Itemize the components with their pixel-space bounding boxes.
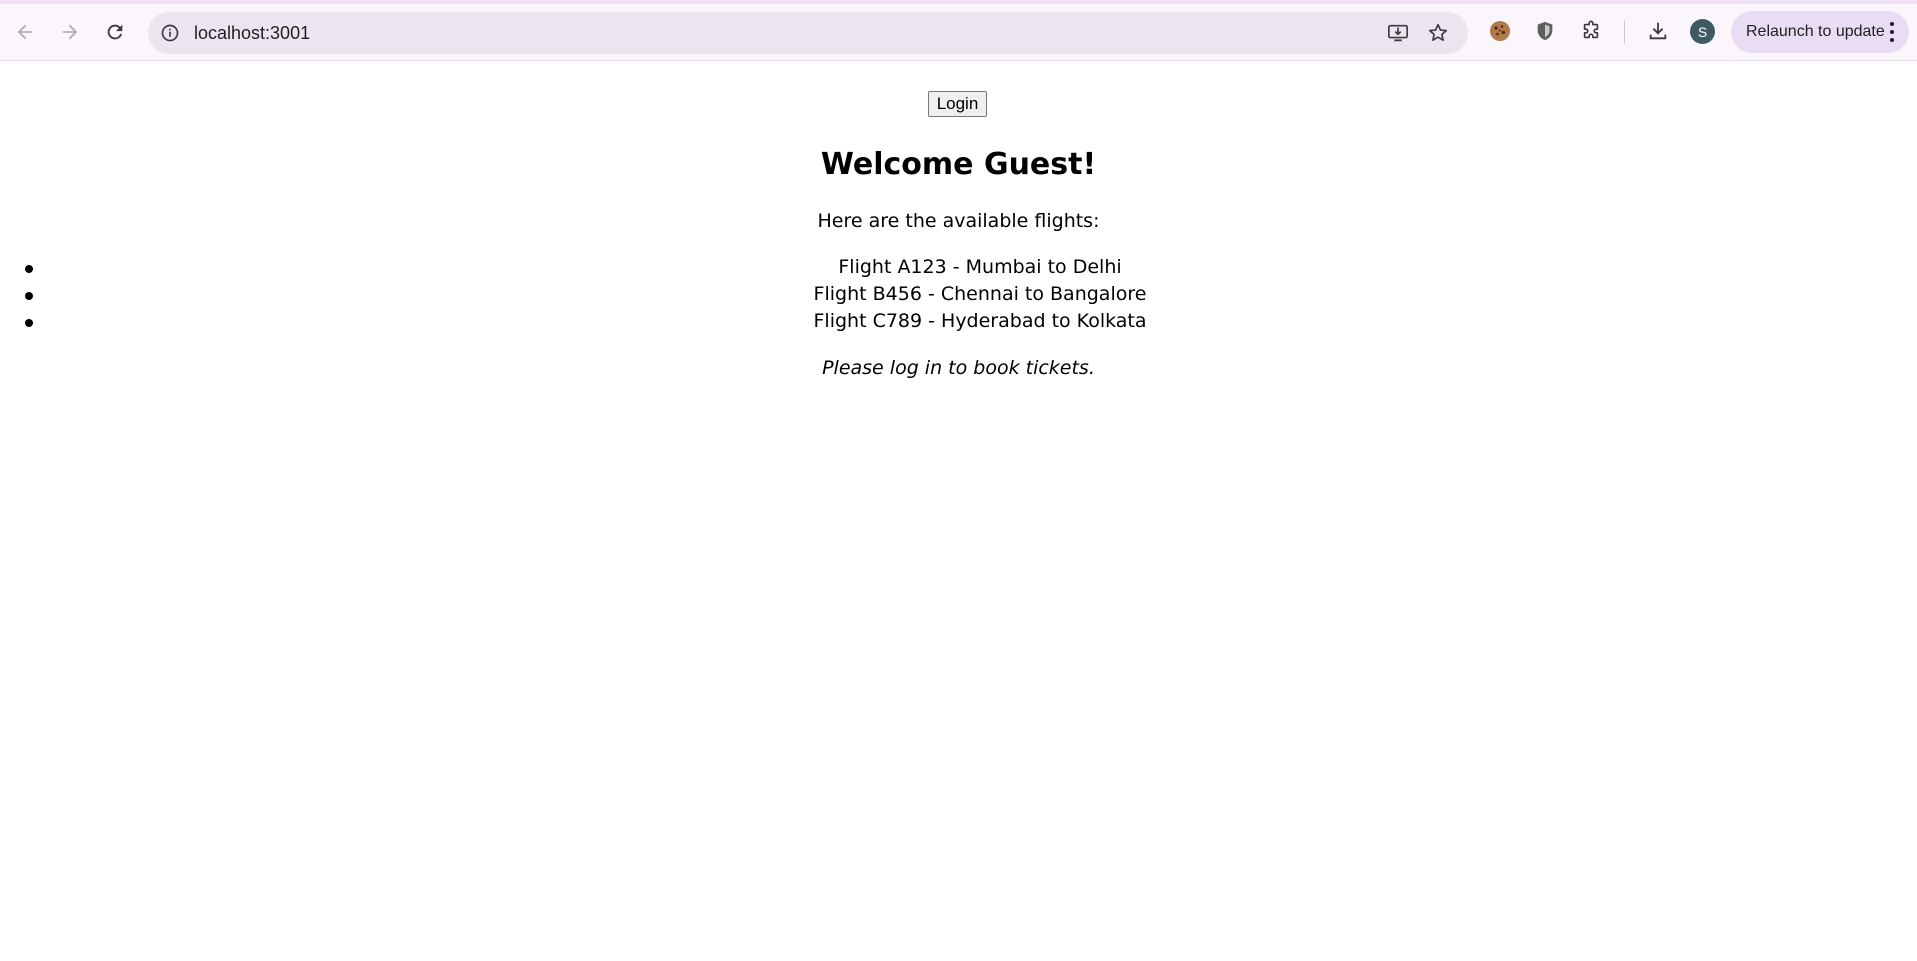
page-content: Login Welcome Guest! Here are the availa…: [0, 61, 1917, 961]
login-notice: Please log in to book tickets.: [822, 357, 1095, 379]
reload-icon: [107, 24, 123, 40]
flight-text: Flight B456 - Chennai to Bangalore: [813, 283, 1147, 305]
arrow-left-icon: [17, 24, 33, 40]
relaunch-label: Relaunch to update: [1746, 23, 1885, 40]
forward-button[interactable]: [52, 14, 88, 50]
toolbar-divider: [1624, 20, 1625, 44]
puzzle-icon[interactable]: [1576, 16, 1606, 46]
address-bar[interactable]: localhost:3001: [148, 12, 1468, 54]
url-text[interactable]: localhost:3001: [194, 12, 310, 54]
bullet-icon: [25, 292, 33, 300]
tab-strip-edge: [0, 0, 1917, 4]
reload-button[interactable]: [97, 14, 133, 50]
list-item: Flight C789 - Hyderabad to Kolkata: [25, 308, 1917, 335]
bullet-icon: [25, 265, 33, 273]
cookie-icon[interactable]: [1485, 16, 1515, 46]
browser-toolbar: localhost:3001 S Relaunch to update: [0, 0, 1917, 61]
flight-text: Flight C789 - Hyderabad to Kolkata: [813, 310, 1147, 332]
flight-text: Flight A123 - Mumbai to Delhi: [838, 256, 1122, 278]
install-app-icon[interactable]: [1386, 21, 1410, 45]
back-button[interactable]: [7, 14, 43, 50]
flight-list: Flight A123 - Mumbai to Delhi Flight B45…: [0, 254, 1917, 335]
list-item: Flight B456 - Chennai to Bangalore: [25, 281, 1917, 308]
flights-intro: Here are the available flights:: [817, 210, 1100, 232]
download-icon[interactable]: [1643, 16, 1673, 46]
info-icon[interactable]: [158, 21, 182, 45]
page-title: Welcome Guest!: [820, 147, 1097, 182]
login-button[interactable]: Login: [928, 91, 987, 117]
relaunch-button[interactable]: Relaunch to update: [1731, 11, 1909, 53]
list-item: Flight A123 - Mumbai to Delhi: [25, 254, 1917, 281]
bullet-icon: [25, 319, 33, 327]
shield-icon[interactable]: [1530, 16, 1560, 46]
profile-avatar[interactable]: S: [1690, 19, 1715, 44]
star-icon[interactable]: [1426, 21, 1450, 45]
arrow-right-icon: [62, 24, 78, 40]
more-vert-icon[interactable]: [1889, 22, 1895, 42]
